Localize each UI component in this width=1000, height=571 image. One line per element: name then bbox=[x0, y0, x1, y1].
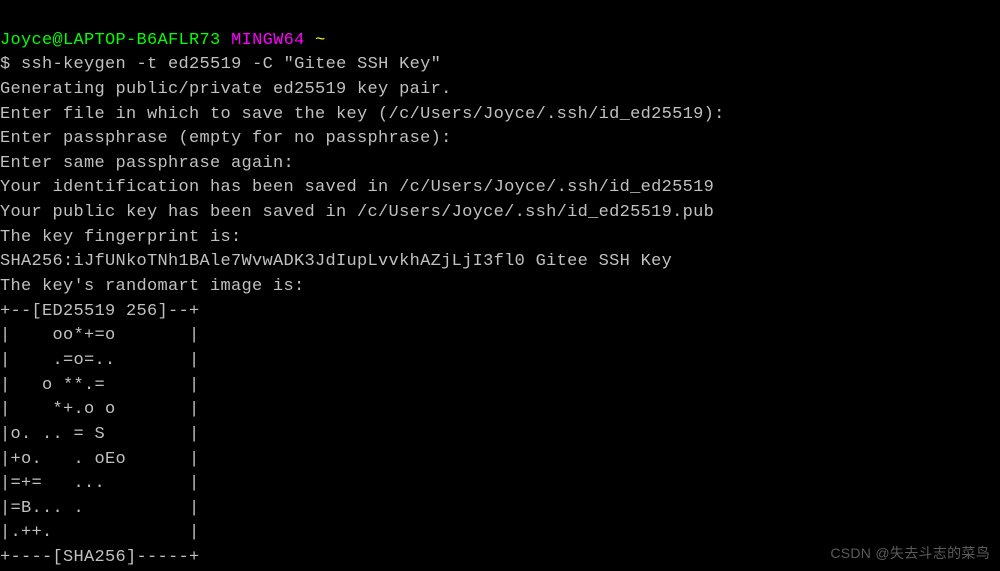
randomart-line: |.++. | bbox=[0, 523, 200, 542]
randomart-line: |=B... . | bbox=[0, 499, 200, 518]
output-line: Enter passphrase (empty for no passphras… bbox=[0, 129, 452, 148]
prompt-env: MINGW64 bbox=[231, 31, 305, 50]
output-line: Generating public/private ed25519 key pa… bbox=[0, 80, 452, 99]
randomart-line: |o. .. = S | bbox=[0, 425, 200, 444]
output-line: Enter file in which to save the key (/c/… bbox=[0, 105, 725, 124]
randomart-line: |+o. . oEo | bbox=[0, 450, 200, 469]
output-line: SHA256:iJfUNkoTNh1BAle7WvwADK3JdIupLvvkh… bbox=[0, 252, 672, 271]
randomart-line: |=+= ... | bbox=[0, 474, 200, 493]
randomart-line: | o **.= | bbox=[0, 376, 200, 395]
randomart-line: | *+.o o | bbox=[0, 400, 200, 419]
watermark-text: CSDN @失去斗志的菜鸟 bbox=[830, 543, 990, 563]
command-text: ssh-keygen -t ed25519 -C "Gitee SSH Key" bbox=[21, 55, 441, 74]
output-line: Your identification has been saved in /c… bbox=[0, 178, 714, 197]
randomart-line: | .=o=.. | bbox=[0, 351, 200, 370]
prompt-symbol: $ bbox=[0, 55, 11, 74]
output-line: The key's randomart image is: bbox=[0, 277, 305, 296]
randomart-line: | oo*+=o | bbox=[0, 326, 200, 345]
output-line: Your public key has been saved in /c/Use… bbox=[0, 203, 714, 222]
prompt-user: Joyce@LAPTOP-B6AFLR73 bbox=[0, 31, 221, 50]
output-line: The key fingerprint is: bbox=[0, 228, 242, 247]
randomart-line: +--[ED25519 256]--+ bbox=[0, 302, 200, 321]
output-line: Enter same passphrase again: bbox=[0, 154, 294, 173]
terminal-output[interactable]: Joyce@LAPTOP-B6AFLR73 MINGW64 ~ $ ssh-ke… bbox=[0, 4, 1000, 571]
randomart-line: +----[SHA256]-----+ bbox=[0, 548, 200, 567]
prompt-path: ~ bbox=[315, 31, 326, 50]
